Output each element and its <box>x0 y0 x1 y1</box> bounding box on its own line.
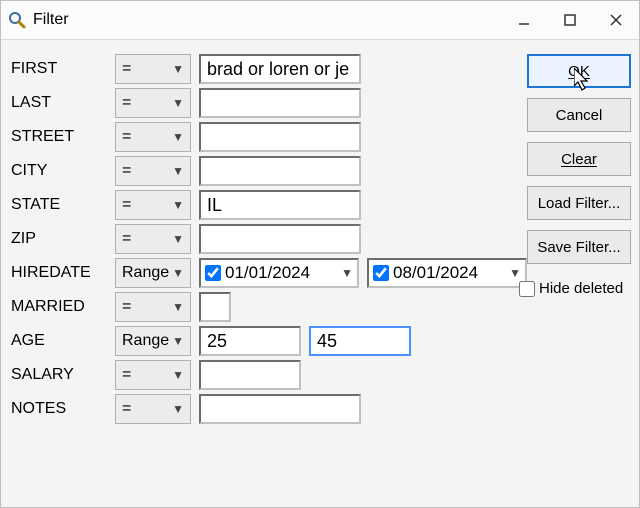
operator-salary[interactable]: =▼ <box>115 360 191 390</box>
zip-input[interactable] <box>199 224 361 254</box>
notes-input[interactable] <box>199 394 361 424</box>
chevron-down-icon: ▼ <box>172 266 184 280</box>
close-button[interactable] <box>593 1 639 39</box>
operator-last[interactable]: =▼ <box>115 88 191 118</box>
chevron-down-icon: ▼ <box>341 266 353 280</box>
label-hiredate: HIREDATE <box>9 264 115 282</box>
label-last: LAST <box>9 94 115 112</box>
age-from-input[interactable] <box>199 326 301 356</box>
load-filter-button[interactable]: Load Filter... <box>527 186 631 220</box>
hiredate-to-picker[interactable]: 08/01/2024 ▼ <box>367 258 527 288</box>
operator-state[interactable]: =▼ <box>115 190 191 220</box>
label-notes: NOTES <box>9 400 115 418</box>
chevron-down-icon: ▼ <box>172 232 184 246</box>
label-state: STATE <box>9 196 115 214</box>
save-filter-button[interactable]: Save Filter... <box>527 230 631 264</box>
label-zip: ZIP <box>9 230 115 248</box>
label-street: STREET <box>9 128 115 146</box>
city-input[interactable] <box>199 156 361 186</box>
clear-button[interactable]: Clear <box>527 142 631 176</box>
chevron-down-icon: ▼ <box>172 164 184 178</box>
chevron-down-icon: ▼ <box>172 334 184 348</box>
chevron-down-icon: ▼ <box>172 62 184 76</box>
ok-button[interactable]: OK <box>527 54 631 88</box>
chevron-down-icon: ▼ <box>172 402 184 416</box>
filter-grid: FIRST = ▼ LAST =▼ STREET =▼ <box>9 52 527 499</box>
hiredate-from-enable[interactable] <box>205 265 221 281</box>
filter-dialog: Filter FIRST = ▼ LAST <box>0 0 640 508</box>
hide-deleted-checkbox[interactable] <box>519 281 535 297</box>
label-age: AGE <box>9 332 115 350</box>
chevron-down-icon: ▼ <box>172 368 184 382</box>
operator-city[interactable]: =▼ <box>115 156 191 186</box>
hiredate-to-enable[interactable] <box>373 265 389 281</box>
label-married: MARRIED <box>9 298 115 316</box>
chevron-down-icon: ▼ <box>172 130 184 144</box>
operator-notes[interactable]: =▼ <box>115 394 191 424</box>
label-salary: SALARY <box>9 366 115 384</box>
action-panel: OK Cancel Clear Load Filter... Save Filt… <box>527 52 631 499</box>
titlebar: Filter <box>1 1 639 40</box>
last-input[interactable] <box>199 88 361 118</box>
label-city: CITY <box>9 162 115 180</box>
salary-input[interactable] <box>199 360 301 390</box>
hide-deleted-option[interactable]: Hide deleted <box>519 280 631 297</box>
operator-first[interactable]: = ▼ <box>115 54 191 84</box>
window-title: Filter <box>33 11 69 29</box>
chevron-down-icon: ▼ <box>172 198 184 212</box>
label-first: FIRST <box>9 60 115 78</box>
magnifier-icon <box>7 10 27 30</box>
maximize-button[interactable] <box>547 1 593 39</box>
operator-age[interactable]: Range▼ <box>115 326 191 356</box>
operator-zip[interactable]: =▼ <box>115 224 191 254</box>
operator-hiredate[interactable]: Range▼ <box>115 258 191 288</box>
state-input[interactable] <box>199 190 361 220</box>
operator-married[interactable]: =▼ <box>115 292 191 322</box>
operator-street[interactable]: =▼ <box>115 122 191 152</box>
cancel-button[interactable]: Cancel <box>527 98 631 132</box>
chevron-down-icon: ▼ <box>172 300 184 314</box>
age-to-input[interactable] <box>309 326 411 356</box>
minimize-button[interactable] <box>501 1 547 39</box>
married-input[interactable] <box>199 292 231 322</box>
chevron-down-icon: ▼ <box>509 266 521 280</box>
street-input[interactable] <box>199 122 361 152</box>
chevron-down-icon: ▼ <box>172 96 184 110</box>
first-input[interactable] <box>199 54 361 84</box>
hiredate-from-picker[interactable]: 01/01/2024 ▼ <box>199 258 359 288</box>
